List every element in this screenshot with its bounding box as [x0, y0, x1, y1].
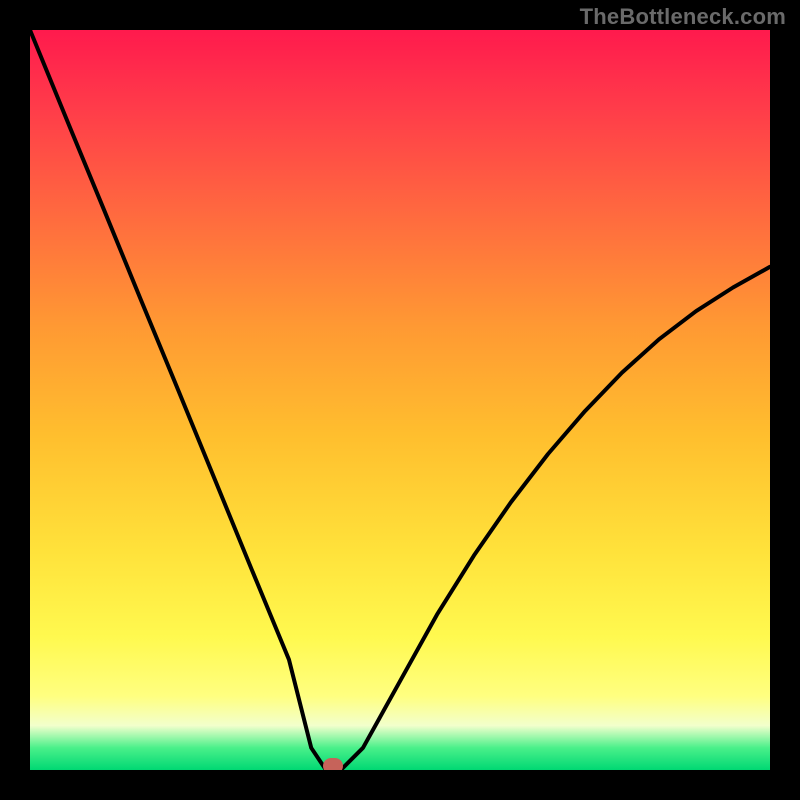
bottleneck-curve: [30, 30, 770, 770]
optimal-point-marker: [323, 758, 343, 770]
chart-frame: TheBottleneck.com: [0, 0, 800, 800]
plot-area: [30, 30, 770, 770]
watermark-text: TheBottleneck.com: [580, 4, 786, 30]
